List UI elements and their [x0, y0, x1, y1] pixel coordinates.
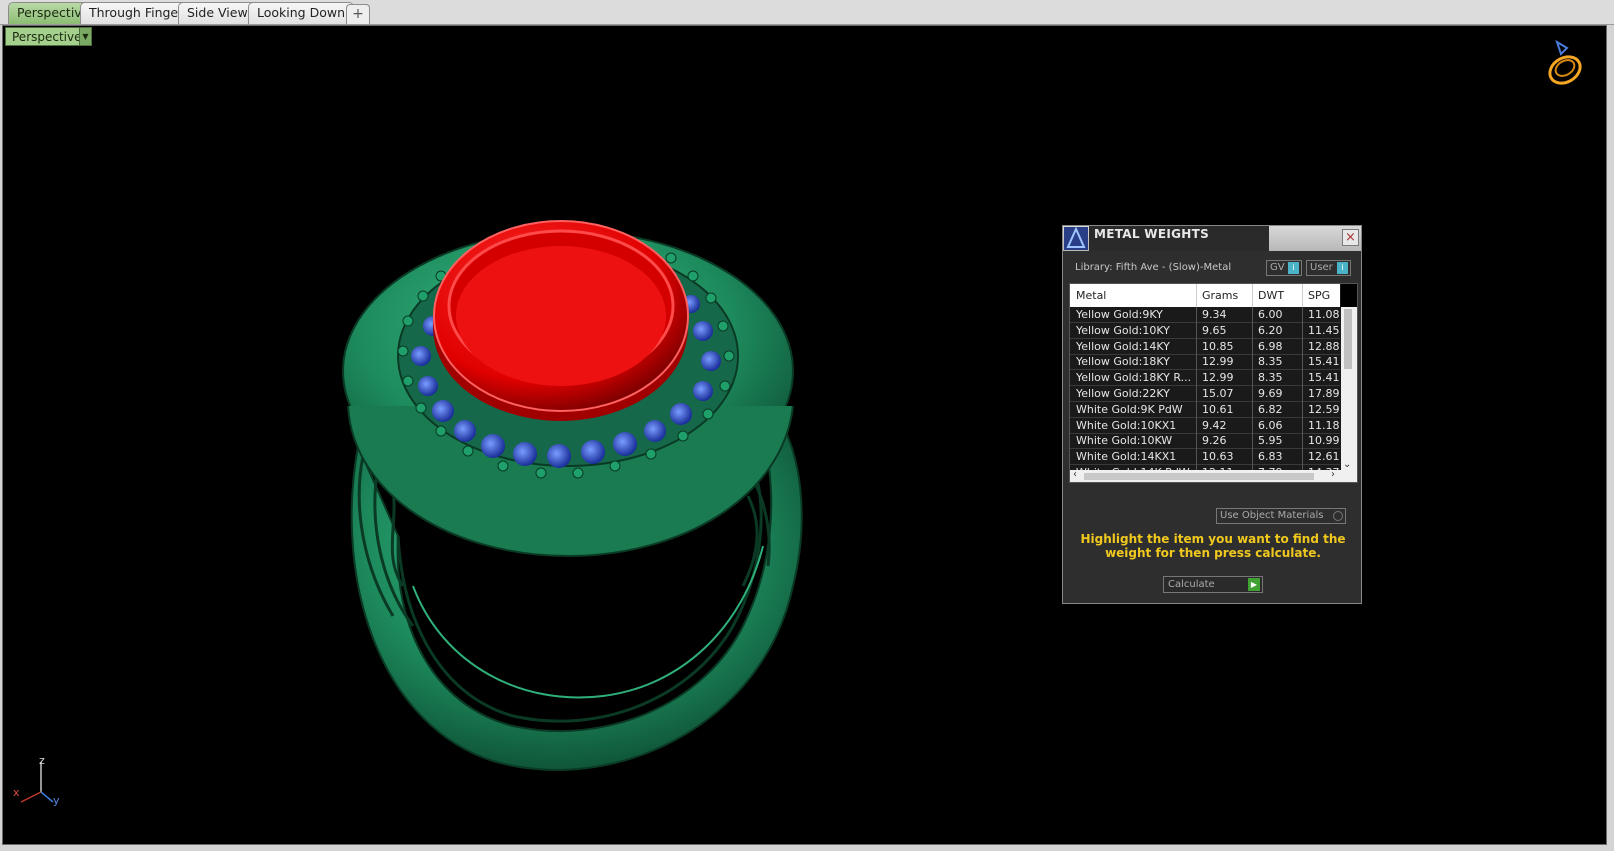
- add-tab-button[interactable]: +: [346, 4, 370, 24]
- tab-through-finger[interactable]: Through Finger: [80, 2, 193, 24]
- metal-weights-panel: METAL WEIGHTS × Library: Fifth Ave - (Sl…: [1062, 225, 1362, 604]
- table-cell: 15.07: [1202, 387, 1234, 400]
- table-row[interactable]: Yellow Gold:9KY 9.34 6.00 11.08: [1070, 307, 1340, 323]
- table-cell: 5.95: [1258, 434, 1283, 448]
- scrollbar-thumb[interactable]: [1344, 309, 1352, 369]
- view-select-label: Perspective: [12, 30, 82, 44]
- table-row[interactable]: White Gold:14KX1 10.63 6.83 12.61: [1070, 449, 1340, 466]
- table-row[interactable]: Yellow Gold:18KY R... 12.99 8.35 15.41: [1070, 370, 1340, 387]
- chevron-left-icon[interactable]: ‹: [1073, 469, 1077, 480]
- horizontal-scrollbar[interactable]: ‹ ›: [1070, 469, 1357, 482]
- library-label: Library: Fifth Ave - (Slow)-Metal: [1075, 262, 1232, 273]
- table-row[interactable]: Yellow Gold:10KY 9.65 6.20 11.45: [1070, 323, 1340, 339]
- chevron-down-icon[interactable]: ▼: [79, 28, 91, 45]
- column-header-grams[interactable]: Grams: [1202, 289, 1238, 302]
- table-cell: Yellow Gold:18KY R...: [1076, 371, 1192, 385]
- gv-label: GV: [1270, 262, 1285, 273]
- tab-side-view[interactable]: Side View: [178, 2, 257, 24]
- table-cell: 11.18: [1308, 418, 1340, 432]
- table-row[interactable]: Yellow Gold:18KY 12.99 8.35 15.41: [1070, 354, 1340, 371]
- table-row[interactable]: White Gold:9K PdW 10.61 6.82 12.59: [1070, 402, 1340, 418]
- axis-x-label: x: [13, 786, 20, 799]
- table-cell: Yellow Gold:9KY: [1076, 308, 1163, 321]
- table-cell: Yellow Gold:22KY: [1076, 387, 1170, 400]
- table-cell: White Gold:10KX1: [1076, 418, 1177, 432]
- table-cell: White Gold:9K PdW: [1076, 402, 1183, 416]
- table-cell: 6.20: [1258, 323, 1283, 337]
- chevron-right-icon[interactable]: ›: [1331, 469, 1335, 480]
- column-header-dwt[interactable]: DWT: [1258, 289, 1284, 302]
- table-cell: 11.45: [1308, 323, 1340, 337]
- table-cell: 10.85: [1202, 339, 1234, 353]
- table-cell: 11.08: [1308, 308, 1340, 321]
- close-icon[interactable]: ×: [1342, 229, 1359, 246]
- table-cell: 12.59: [1308, 402, 1340, 416]
- view-tab-bar: Perspective Through Finger Side View Loo…: [0, 0, 1614, 25]
- plus-icon: +: [352, 6, 364, 22]
- radio-icon: [1333, 511, 1343, 521]
- info-icon: i: [1288, 262, 1299, 274]
- table-cell: Yellow Gold:14KY: [1076, 339, 1170, 353]
- table-cell: Yellow Gold:18KY: [1076, 355, 1170, 369]
- column-header-spg[interactable]: SPG: [1308, 289, 1330, 302]
- column-header-metal[interactable]: Metal: [1076, 289, 1106, 302]
- table-cell: 9.34: [1202, 308, 1227, 321]
- table-cell: 17.89: [1308, 387, 1340, 400]
- metal-weights-table[interactable]: Metal Grams DWT SPG Yellow Gold:9KY 9.34 6…: [1069, 283, 1358, 483]
- ring-model-render[interactable]: [3, 26, 1607, 845]
- axis-y-label: y: [53, 794, 60, 807]
- perspective-viewport[interactable]: Perspective ▼ z x y METAL WEIGHTS × Libr…: [2, 25, 1607, 845]
- table-row[interactable]: Yellow Gold:14KY 10.85 6.98 12.88: [1070, 339, 1340, 355]
- use-object-materials-toggle[interactable]: Use Object Materials: [1216, 508, 1346, 524]
- panel-title: METAL WEIGHTS: [1094, 227, 1210, 241]
- table-cell: 6.98: [1258, 339, 1283, 353]
- table-header: Metal Grams DWT SPG: [1070, 284, 1340, 307]
- chevron-down-icon[interactable]: ⌄: [1343, 459, 1351, 470]
- ring-navigation-icon[interactable]: [1543, 38, 1587, 86]
- table-cell: 6.06: [1258, 418, 1283, 432]
- calculate-button[interactable]: Calculate ▶: [1163, 576, 1263, 593]
- table-cell: 15.41: [1308, 371, 1340, 385]
- app-logo-icon: [1064, 226, 1088, 250]
- table-cell: 12.88: [1308, 339, 1340, 353]
- table-cell: White Gold:10KW: [1076, 434, 1173, 448]
- play-icon: ▶: [1248, 578, 1260, 591]
- gv-toggle[interactable]: GV i: [1266, 260, 1302, 276]
- table-cell: 12.61: [1308, 450, 1340, 464]
- scrollbar-thumb[interactable]: [1084, 473, 1314, 480]
- table-row[interactable]: Yellow Gold:22KY 15.07 9.69 17.89: [1070, 386, 1340, 402]
- table-row[interactable]: White Gold:10KW 9.26 5.95 10.99: [1070, 433, 1340, 450]
- table-row[interactable]: White Gold:10KX1 9.42 6.06 11.18: [1070, 418, 1340, 434]
- info-icon: i: [1337, 262, 1348, 274]
- table-cell: 6.00: [1258, 308, 1283, 321]
- user-toggle[interactable]: User i: [1306, 260, 1351, 276]
- axis-z-label: z: [39, 754, 45, 767]
- table-cell: 9.65: [1202, 323, 1227, 337]
- table-cell: 12.99: [1202, 355, 1234, 369]
- table-cell: White Gold:14KX1: [1076, 450, 1177, 464]
- view-select-dropdown[interactable]: Perspective ▼: [5, 27, 92, 46]
- table-cell: Yellow Gold:10KY: [1076, 323, 1170, 337]
- table-cell: 6.83: [1258, 450, 1283, 464]
- table-cell: 9.42: [1202, 418, 1227, 432]
- instruction-text: Highlight the item you want to find the …: [1080, 532, 1346, 560]
- use-object-materials-label: Use Object Materials: [1220, 510, 1324, 521]
- table-cell: 15.41: [1308, 355, 1340, 369]
- table-cell: 9.69: [1258, 387, 1283, 400]
- center-stone: [433, 220, 689, 421]
- user-label: User: [1310, 262, 1333, 273]
- table-cell: 8.35: [1258, 371, 1283, 385]
- table-cell: 10.99: [1308, 434, 1340, 448]
- table-cell: 12.99: [1202, 371, 1234, 385]
- table-cell: 10.63: [1202, 450, 1234, 464]
- vertical-scrollbar[interactable]: ⌄: [1341, 307, 1357, 470]
- tab-looking-down[interactable]: Looking Down: [248, 2, 355, 24]
- table-cell: 10.61: [1202, 402, 1234, 416]
- table-cell: 6.82: [1258, 402, 1283, 416]
- table-cell: 9.26: [1202, 434, 1227, 448]
- calculate-label: Calculate: [1168, 579, 1215, 590]
- panel-titlebar[interactable]: METAL WEIGHTS ×: [1063, 226, 1361, 251]
- table-cell: 8.35: [1258, 355, 1283, 369]
